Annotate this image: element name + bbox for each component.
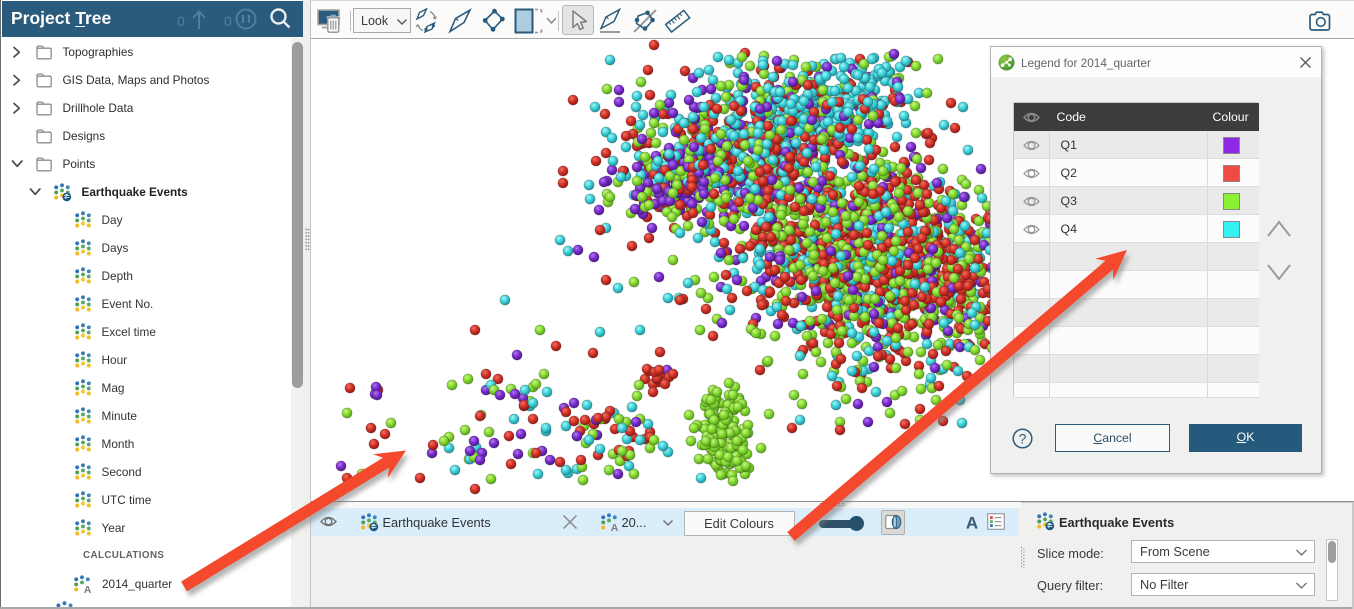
svg-text:0: 0 bbox=[224, 13, 232, 29]
svg-text:A: A bbox=[610, 522, 618, 532]
svg-text:A: A bbox=[966, 514, 978, 533]
svg-text:?: ? bbox=[1019, 430, 1027, 446]
svg-text:A: A bbox=[83, 584, 91, 594]
svg-text:0: 0 bbox=[177, 13, 185, 29]
